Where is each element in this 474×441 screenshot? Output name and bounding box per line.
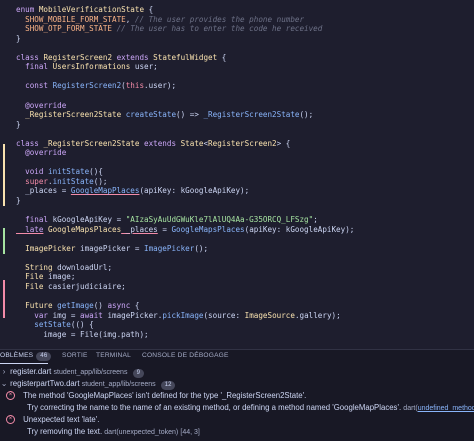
file-name: registerpartTwo.dart [10,379,80,388]
code-token: } [16,196,21,205]
code-token: } [16,33,21,43]
git-change-marker[interactable] [3,280,5,318]
panel-tabs: OBLÈMES 46 SORTIE TERMINAL CONSOLE DE DÉB… [0,350,474,364]
problem-hint[interactable]: Try removing the text. dart(unexpected_t… [27,426,474,437]
code-token: UsersInformations [52,62,131,72]
code-token: (apiKey: kGoogleApiKey); [244,224,355,234]
problem-message: The method 'GoogleMapPlaces' isn't defin… [23,391,307,400]
code-token: > { [276,138,291,148]
code-token: File [16,281,44,291]
tab-debug-console[interactable]: CONSOLE DE DÉBOGAGE [142,352,229,359]
code-token: _RegisterScreen2State [16,110,122,120]
code-token: (); [299,110,314,120]
code-token: ImagePicker [16,243,76,253]
code-token: SHOW_OTP_FORM_STATE [16,24,113,34]
code-token: const [16,81,53,91]
code-token: StatefulWidget [153,52,218,62]
problem-hint-text: Try removing the text. [27,427,103,436]
code-line[interactable]: } [16,195,21,207]
code-token: ImagePicker [144,243,195,253]
code-token: State [180,138,204,148]
problem-message: Unexpected text 'late'. [23,415,100,424]
code-token: late [16,224,44,234]
code-token: = [157,224,172,234]
tab-problems[interactable]: OBLÈMES 46 [0,352,52,361]
problem-source: dart(unexpected_token) [104,429,179,436]
code-token: this [125,81,145,91]
git-change-marker[interactable] [3,144,5,206]
code-line[interactable]: _RegisterScreen2State createState() => _… [16,109,313,121]
code-token: image = File(img.path); [16,329,149,339]
code-line[interactable]: } [16,119,21,131]
problem-file-row[interactable]: ⌄ registerpartTwo.dart student_app/lib/s… [0,378,474,390]
error-icon: × [6,391,15,401]
code-token: RegisterScreen2 [52,81,122,91]
file-path: student_app/lib/screens [53,369,128,376]
code-editor[interactable]: enum MobileVerificationState { SHOW_MOBI… [0,0,474,349]
problem-code-link[interactable]: undefined_method [418,405,474,412]
chevron-right-icon: › [2,367,6,376]
problem-item[interactable]: × The method 'GoogleMapPlaces' isn't def… [6,390,474,401]
file-name: register.dart [10,367,52,376]
code-token: extends [139,138,181,148]
problem-hint[interactable]: Try correcting the name to the name of a… [27,402,474,413]
code-line[interactable]: late GoogleMapsPlaces _places = GoogleMa… [16,224,354,236]
code-token: (); [194,243,209,253]
tab-output[interactable]: SORTIE [62,352,88,359]
code-line[interactable]: SHOW_OTP_FORM_STATE // The user has to e… [16,23,322,35]
code-token: { [217,52,227,62]
code-line[interactable]: final UsersInformations user; [16,61,158,73]
code-token: .user); [144,81,177,91]
git-change-marker[interactable] [3,228,5,254]
code-line[interactable]: _places = GoogleMapPlaces(apiKey: kGoogl… [16,185,249,197]
tab-terminal[interactable]: TERMINAL [96,352,131,359]
problems-count-badge: 46 [36,352,52,361]
code-token: } [16,119,21,129]
error-icon: × [6,415,15,425]
code-token: GoogleMapsPlaces [171,224,245,234]
code-token: _RegisterScreen2State [203,110,300,120]
code-token: ImageSource [244,310,295,320]
code-token: casierjudiciaire; [43,281,126,291]
problems-panel: OBLÈMES 46 SORTIE TERMINAL CONSOLE DE DÉB… [0,349,474,441]
code-line[interactable]: @override [16,147,66,159]
code-line[interactable]: image = File(img.path); [16,329,149,341]
code-line[interactable]: File casierjudiciaire; [16,281,126,293]
active-tab-indicator [0,363,48,364]
code-token: .gallery); [294,310,341,320]
chevron-down-icon: ⌄ [0,379,8,388]
code-token: @override [16,148,67,158]
file-problem-count: 9 [132,369,144,378]
problem-file-row[interactable]: › register.dart student_app/lib/screens … [0,366,474,378]
file-problem-count: 12 [160,381,176,390]
code-token: pickImage [162,310,204,320]
problem-source: dart( [403,405,418,412]
code-token: (source: [203,310,245,320]
file-path: student_app/lib/screens [81,381,156,388]
code-line[interactable]: const RegisterScreen2(this.user); [16,80,176,92]
code-token: final [16,62,53,72]
code-line[interactable]: } [16,33,21,45]
code-token: _places [121,224,158,234]
code-token: _places = [16,186,71,196]
code-token: createState [125,110,177,120]
code-token: imagePicker = [75,243,145,253]
code-token: (apiKey: kGoogleApiKey); [139,186,250,196]
code-token: () => [176,110,204,120]
code-token: user; [130,62,158,72]
code-token: GoogleMapsPlaces [48,224,122,234]
tab-problems-label: OBLÈMES [0,352,34,359]
code-token: imagePicker. [107,310,163,320]
code-token: GoogleMapPlaces [70,186,140,196]
code-line[interactable]: ImagePicker imagePicker = ImagePicker(); [16,243,208,255]
code-token: RegisterScreen2 [208,138,277,148]
problem-location: [44, 3] [180,429,200,436]
code-token: // The user has to enter the code he rec… [116,24,323,34]
problem-item[interactable]: × Unexpected text 'late'. [6,414,474,425]
problem-hint-text: Try correcting the name to the name of a… [27,403,402,412]
editor-gutter [0,0,8,349]
